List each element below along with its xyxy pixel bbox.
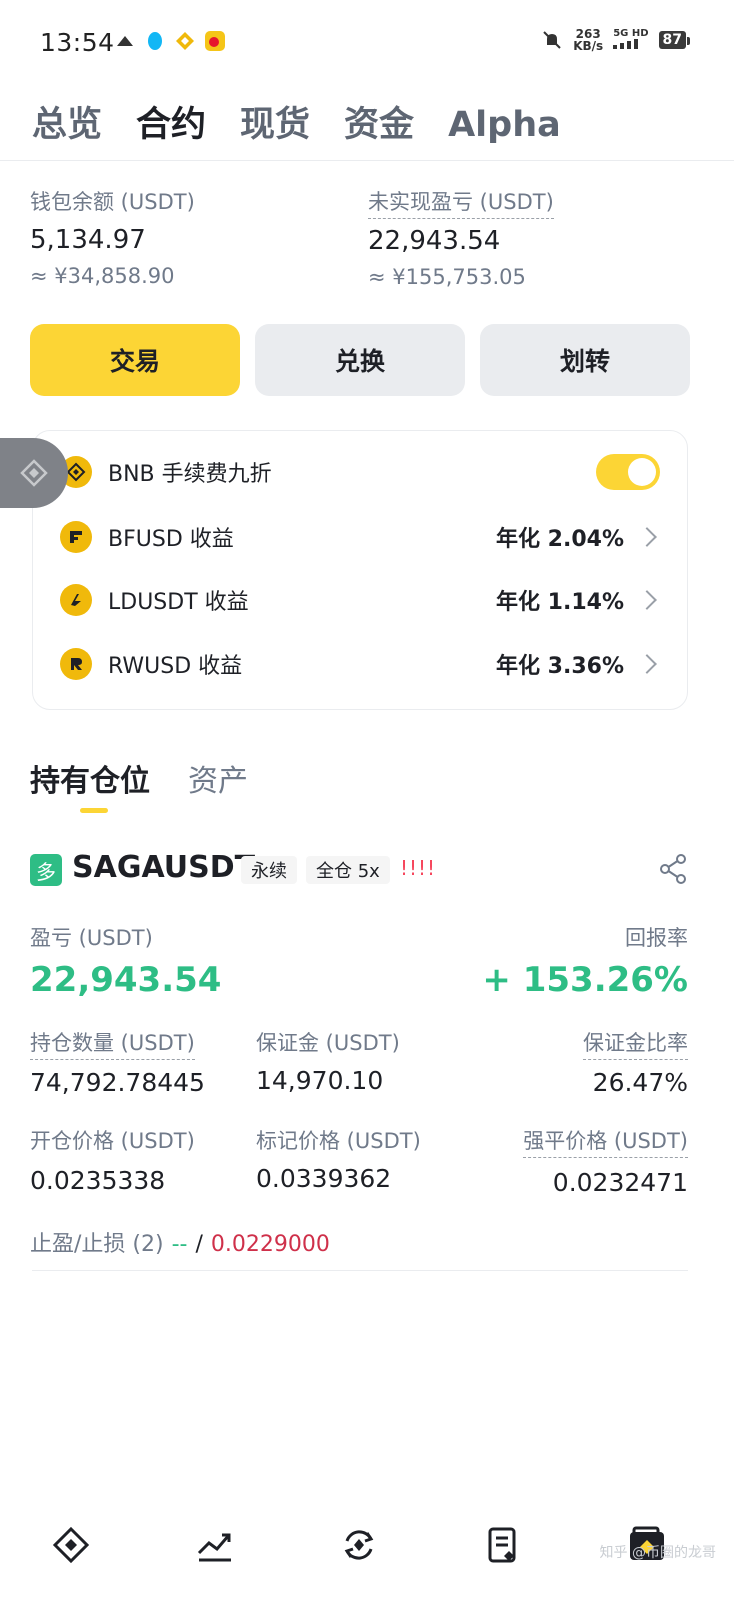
bfusd-coin-icon [60, 521, 92, 553]
tpsl-row[interactable]: 止盈/止损 (2) -- / 0.0229000 [30, 1226, 330, 1258]
mute-bell-icon [543, 31, 561, 49]
binance-home-icon [52, 1526, 90, 1564]
orders-document-icon [488, 1527, 516, 1563]
battery-indicator: 87 [658, 31, 691, 49]
entry-price-value: 0.0235338 [30, 1166, 166, 1195]
entry-price-label: 开仓价格 (USDT) [30, 1129, 195, 1153]
header-divider [0, 160, 734, 161]
trade-button[interactable]: 交易 [30, 324, 240, 396]
liquidation-price-label[interactable]: 强平价格 (USDT) [523, 1125, 688, 1158]
chevron-right-icon [637, 527, 657, 547]
margin-mode-tag[interactable]: 全仓 5x [306, 856, 390, 884]
bnb-fee-discount-row: BNB 手续费九折 [60, 452, 660, 492]
margin-label: 保证金 (USDT) [256, 1031, 400, 1055]
chevron-right-icon [637, 654, 657, 674]
qq-icon [148, 32, 162, 50]
nav-home[interactable] [46, 1520, 96, 1570]
earn-item-label: BFUSD 收益 [108, 527, 234, 552]
ldusdt-coin-icon [60, 584, 92, 616]
position-size-value: 74,792.78445 [30, 1068, 205, 1097]
earn-item-label: RWUSD 收益 [108, 654, 243, 679]
nav-trade[interactable] [334, 1520, 384, 1570]
stop-loss-value: 0.0229000 [210, 1232, 330, 1257]
mark-price-label: 标记价格 (USDT) [256, 1129, 421, 1153]
signal-bars-icon [613, 39, 639, 49]
binance-notification-icon [176, 32, 194, 50]
tab-funding[interactable]: 资金 [344, 96, 414, 147]
status-time: 13:54 [40, 28, 115, 57]
margin-ratio-value: 26.47% [592, 1068, 688, 1097]
convert-button[interactable]: 兑换 [255, 324, 465, 396]
status-notification-icons [114, 30, 226, 52]
take-profit-value: -- [171, 1232, 188, 1257]
margin-ratio-label[interactable]: 保证金比率 [583, 1027, 688, 1060]
roi-label: 回报率 [625, 926, 688, 950]
nav-orders[interactable] [478, 1520, 528, 1570]
tab-futures[interactable]: 合约 [136, 96, 206, 147]
app-notification-icon [117, 36, 133, 46]
earn-item-apr: 年化 2.04% [496, 527, 624, 552]
unrealized-pnl-value: 22,943.54 [368, 226, 501, 256]
watermark-text: 知乎 @币圈的龙哥 [599, 1545, 716, 1561]
earn-item-label: LDUSDT 收益 [108, 590, 249, 615]
long-side-badge: 多 [30, 854, 62, 886]
share-icon[interactable] [656, 852, 690, 886]
roi-value: + 153.26% [482, 960, 688, 1000]
binance-logo-icon [20, 459, 48, 487]
tab-alpha[interactable]: Alpha [448, 105, 561, 145]
top-tab-bar: 总览 合约 现货 资金 Alpha [32, 96, 561, 147]
tab-assets[interactable]: 资产 [188, 756, 248, 800]
earn-item-bfusd[interactable]: BFUSD 收益 年化 2.04% [60, 517, 660, 557]
rwusd-coin-icon [60, 648, 92, 680]
pnl-value: 22,943.54 [30, 960, 222, 1000]
position-card-divider [32, 1270, 688, 1271]
bnb-fee-label: BNB 手续费九折 [108, 462, 272, 487]
status-system-icons: 263 KB/s 5G HD 87 [541, 27, 691, 53]
floating-assistant-handle[interactable] [0, 438, 68, 508]
signal-indicator: 5G HD [613, 28, 649, 52]
bnb-fee-toggle[interactable] [596, 454, 660, 490]
wallet-balance-value: 5,134.97 [30, 225, 146, 255]
mark-price-value: 0.0339362 [256, 1164, 392, 1193]
risk-warning-marks: !!!! [400, 856, 437, 880]
tpsl-separator: / [195, 1232, 203, 1257]
tab-overview[interactable]: 总览 [32, 96, 102, 147]
tab-spot[interactable]: 现货 [240, 96, 310, 147]
position-symbol[interactable]: SAGAUSDT [72, 850, 255, 885]
active-tab-indicator [80, 808, 108, 813]
earn-item-ldusdt[interactable]: LDUSDT 收益 年化 1.14% [60, 580, 660, 620]
earn-item-rwusd[interactable]: RWUSD 收益 年化 3.36% [60, 644, 660, 684]
pnl-label: 盈亏 (USDT) [30, 926, 153, 950]
tpsl-label: 止盈/止损 (2) [30, 1232, 164, 1257]
trade-swap-icon [344, 1530, 374, 1560]
unrealized-pnl-label[interactable]: 未实现盈亏 (USDT) [368, 186, 554, 219]
wallet-balance-cny: ≈ ¥34,858.90 [30, 264, 175, 288]
network-speed: 263 KB/s [573, 27, 604, 53]
nav-markets[interactable] [190, 1520, 240, 1570]
weibo-icon [205, 31, 225, 51]
perpetual-tag: 永续 [241, 856, 297, 884]
markets-chart-icon [197, 1533, 231, 1562]
unrealized-pnl-cny: ≈ ¥155,753.05 [368, 265, 526, 289]
tab-open-positions[interactable]: 持有仓位 [30, 756, 150, 800]
wallet-balance-label: 钱包余额 (USDT) [30, 190, 195, 214]
earn-item-apr: 年化 3.36% [496, 654, 624, 679]
margin-value: 14,970.10 [256, 1066, 384, 1095]
liquidation-price-value: 0.0232471 [552, 1168, 688, 1197]
transfer-button[interactable]: 划转 [480, 324, 690, 396]
earn-item-apr: 年化 1.14% [496, 590, 624, 615]
position-size-label[interactable]: 持仓数量 (USDT) [30, 1027, 195, 1060]
chevron-right-icon [637, 590, 657, 610]
